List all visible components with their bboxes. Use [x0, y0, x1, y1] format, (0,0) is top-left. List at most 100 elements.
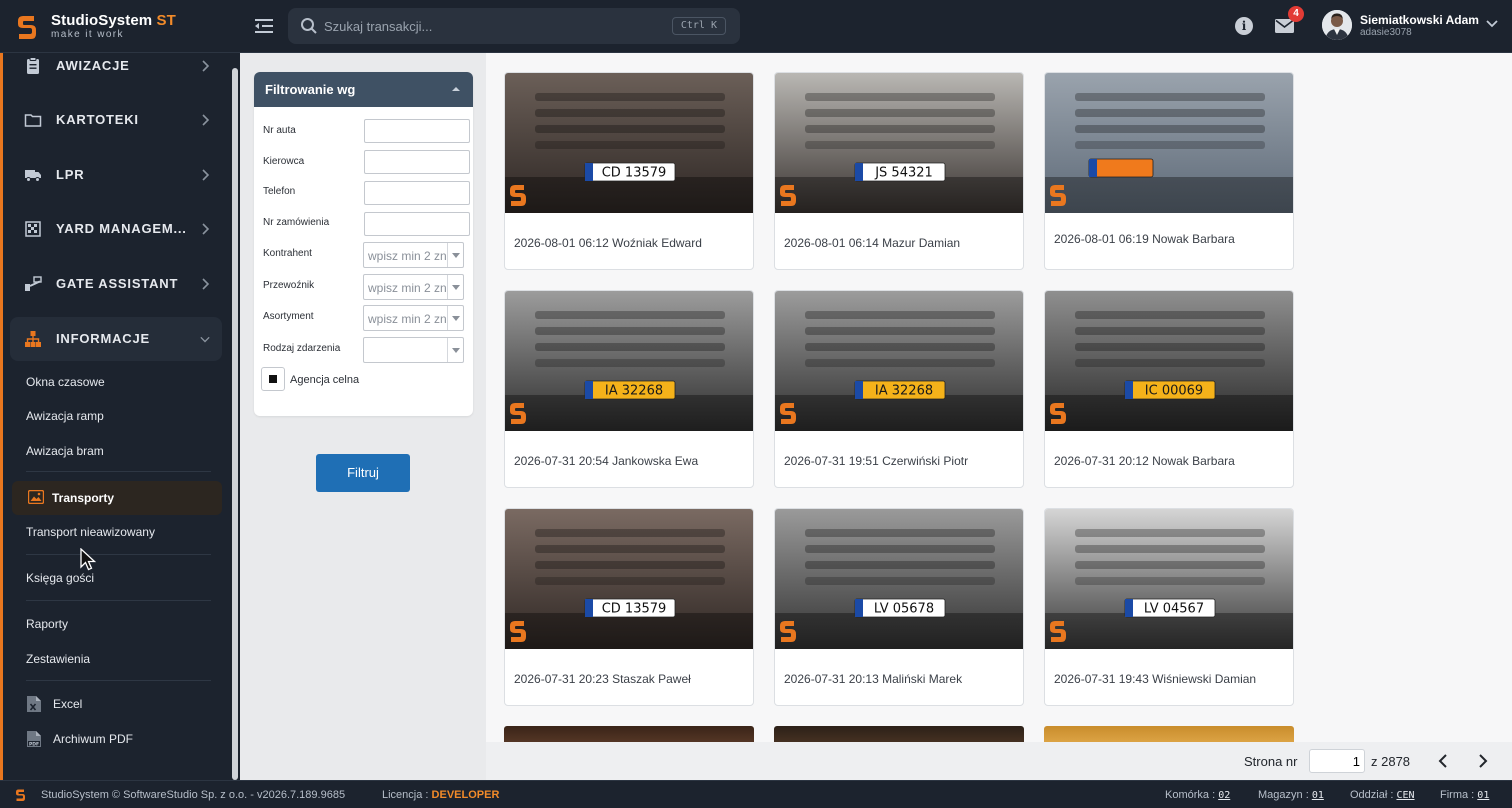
transport-card[interactable]: IA 32268 2026-07-31 19:51 Czerwiński Piot… [774, 290, 1024, 488]
transport-card[interactable]: LV 05678 2026-07-31 20:13 Maliński Marek [774, 508, 1024, 706]
sidebar-subitem-awizacja-ramp[interactable]: Awizacja ramp [26, 409, 104, 423]
transport-card[interactable]: 2026-08-01 06:19 Nowak Barbara [1044, 72, 1294, 270]
sidebar-subitem-awizacja-bram[interactable]: Awizacja bram [26, 444, 104, 458]
main-content: Filtrowanie wg Nr auta Kierowca Telefon … [240, 53, 1512, 780]
sidebar-item-label: AWIZACJE [56, 58, 130, 73]
kontrahent-select[interactable]: wpisz min 2 znaki [363, 242, 464, 268]
sidebar-item-label: YARD MANAGEM... [56, 221, 187, 236]
chevron-right-icon [202, 169, 210, 181]
sidebar-item-label: LPR [56, 167, 85, 182]
search-bar: Ctrl K [288, 8, 740, 44]
sidebar-item-yard-management[interactable]: YARD MANAGEM... [10, 207, 222, 251]
transport-caption: 2026-08-01 06:14 Mazur Damian [784, 236, 961, 250]
chevron-right-icon [202, 114, 210, 126]
sidebar-subitem-zestawienia[interactable]: Zestawienia [26, 652, 90, 666]
field-label-asortyment: Asortyment [263, 311, 314, 322]
filter-button[interactable]: Filtruj [316, 454, 410, 492]
sidebar-subitem-excel[interactable]: Excel [26, 694, 216, 714]
page-number-input[interactable] [1309, 749, 1365, 773]
search-icon [301, 18, 317, 34]
license-info: Licencja : DEVELOPER [382, 789, 500, 801]
sidebar-item-awizacje[interactable]: AWIZACJE [10, 53, 222, 88]
clipboard-icon [27, 57, 39, 74]
svg-text:CD 13579: CD 13579 [602, 166, 667, 181]
transport-card[interactable]: CD 13579 2026-08-01 06:12 Woźniak Edward [504, 72, 754, 270]
transport-card[interactable]: CD 13579 2026-07-31 20:23 Staszak Paweł [504, 508, 754, 706]
transport-card[interactable]: IC 00069 2026-07-31 20:12 Nowak Barbara [1044, 290, 1294, 488]
telefon-input[interactable] [364, 181, 470, 205]
transport-caption: 2026-07-31 20:23 Staszak Paweł [514, 672, 691, 686]
gate-icon [25, 276, 42, 291]
sidebar-subitem-label: Transporty [52, 491, 115, 505]
filter-title: Filtrowanie wg [265, 82, 356, 97]
transport-caption: 2026-07-31 20:13 Maliński Marek [784, 672, 963, 686]
brand-s-icon [16, 789, 25, 801]
sidebar-scrollbar[interactable] [232, 68, 238, 780]
transport-card[interactable]: IA 32268 2026-07-31 20:54 Jankowska Ewa [504, 290, 754, 488]
page-total: z 2878 [1371, 754, 1411, 769]
sidebar-item-lpr[interactable]: LPR [10, 153, 222, 197]
brand-name: StudioSystem ST [51, 12, 176, 29]
svg-text:JS 54321: JS 54321 [874, 166, 933, 181]
partial-card-photo [1044, 726, 1294, 742]
oddzial-value[interactable]: CEN [1396, 790, 1414, 801]
asortyment-select[interactable]: wpisz min 2 znaki [363, 305, 464, 331]
sidebar-item-label: INFORMACJE [56, 331, 150, 346]
sidebar-item-informacje[interactable]: INFORMACJE [10, 317, 222, 361]
truck-photo: LV 05678 [775, 509, 1023, 649]
search-input[interactable] [324, 8, 654, 44]
chevron-right-icon[interactable] [1476, 753, 1490, 769]
transport-card[interactable]: JS 54321 2026-08-01 06:14 Mazur Damian [774, 72, 1024, 270]
field-label-kontrahent: Kontrahent [263, 248, 312, 259]
mail-icon[interactable] [1275, 19, 1294, 33]
user-menu[interactable]: Siemiatkowski Adam adasie3078 [1322, 10, 1500, 44]
page-label: Strona nr [1244, 754, 1298, 769]
kierowca-input[interactable] [364, 150, 470, 174]
sidebar-subitem-raporty[interactable]: Raporty [26, 617, 68, 631]
notification-badge: 4 [1288, 6, 1304, 22]
field-label-kierowca: Kierowca [263, 156, 305, 167]
status-bar: StudioSystem © SoftwareStudio Sp. z o.o.… [0, 780, 1512, 808]
truck-photo: IC 00069 [1045, 291, 1293, 431]
firma-value[interactable]: 01 [1477, 790, 1489, 801]
sidebar-subitem-archiwum-pdf[interactable]: PDF Archiwum PDF [26, 729, 216, 749]
chevron-left-icon[interactable] [1436, 753, 1450, 769]
przewoznik-select[interactable]: wpisz min 2 znaki [363, 274, 464, 300]
transport-card[interactable]: LV 04567 2026-07-31 19:43 Wiśniewski Dami… [1044, 508, 1294, 706]
magazyn-value[interactable]: 01 [1312, 790, 1324, 801]
dropdown-arrow-icon [447, 338, 463, 362]
magazyn-info: Magazyn : 01 [1258, 789, 1324, 801]
nr-auta-input[interactable] [364, 119, 470, 143]
info-icon[interactable]: i [1235, 17, 1253, 35]
svg-text:CD 13579: CD 13579 [602, 602, 667, 617]
copyright-text: StudioSystem © SoftwareStudio Sp. z o.o.… [41, 789, 346, 801]
collapse-menu-icon[interactable] [252, 15, 276, 37]
filter-panel: Filtrowanie wg Nr auta Kierowca Telefon … [254, 72, 473, 416]
field-label-telefon: Telefon [263, 186, 296, 197]
sidebar-subitem-ksiega-gosci[interactable]: Księga gości [26, 571, 94, 585]
select-placeholder: wpisz min 2 znaki [368, 281, 446, 295]
partial-card-photo [504, 726, 754, 742]
sidebar: AWIZACJE KARTOTEKI LPR YARD MANAGEM... G… [0, 53, 240, 780]
sidebar-item-kartoteki[interactable]: KARTOTEKI [10, 98, 222, 142]
rodzaj-zdarzenia-select[interactable] [363, 337, 464, 363]
sidebar-item-gate-assistant[interactable]: GATE ASSISTANT [10, 262, 222, 306]
svg-text:PDF: PDF [29, 741, 39, 747]
excel-file-icon [27, 696, 41, 712]
truck-photo: IA 32268 [775, 291, 1023, 431]
pdf-file-icon: PDF [27, 731, 41, 747]
app-logo[interactable]: StudioSystem ST make it work [16, 12, 246, 44]
sidebar-subitem-okna-czasowe[interactable]: Okna czasowe [26, 375, 105, 389]
nr-zamowienia-input[interactable] [364, 212, 470, 236]
agencja-celna-checkbox[interactable] [261, 367, 285, 391]
partial-card-photo [774, 726, 1024, 742]
sidebar-subitem-transport-nieawizowany[interactable]: Transport nieawizowany [26, 525, 155, 539]
komorka-value[interactable]: 02 [1218, 790, 1230, 801]
field-label-rodzaj-zdarzenia: Rodzaj zdarzenia [263, 343, 341, 354]
filter-panel-header[interactable]: Filtrowanie wg [254, 72, 473, 107]
komorka-info: Komórka : 02 [1165, 789, 1231, 801]
firma-info: Firma : 01 [1440, 789, 1490, 801]
chevron-down-icon [1486, 20, 1498, 28]
collapse-caret-icon[interactable] [451, 85, 461, 93]
sidebar-subitem-transporty[interactable]: Transporty [12, 481, 222, 515]
